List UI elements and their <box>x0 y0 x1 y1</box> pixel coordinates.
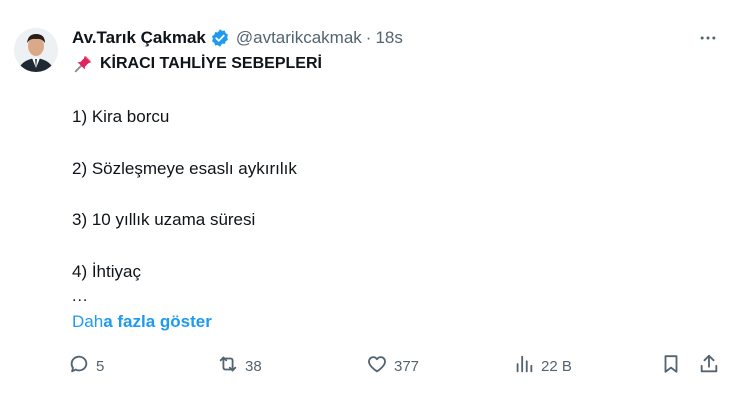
post-title-line: KİRACI TAHLİYE SEBEPLERİ <box>72 53 322 75</box>
bookmark-icon <box>660 353 682 379</box>
show-more-prefix: Dah <box>72 312 104 331</box>
post-time[interactable]: 18s <box>375 28 402 48</box>
views-count: 22 B <box>541 357 572 375</box>
list-item: 2) Sözleşmeye esaslı aykırılık <box>72 159 297 178</box>
share-icon <box>698 353 720 379</box>
like-button[interactable]: 377 <box>366 352 419 380</box>
author-name[interactable]: Av.Tarık Çakmak <box>72 28 206 48</box>
post-title: KİRACI TAHLİYE SEBEPLERİ <box>100 55 322 72</box>
tweet-header: Av.Tarık Çakmak @avtarikcakmak · 18s <box>72 26 710 50</box>
avatar[interactable] <box>14 28 58 72</box>
more-options-icon[interactable] <box>696 26 720 50</box>
like-count: 377 <box>394 357 420 375</box>
repost-icon <box>217 353 239 379</box>
reply-count: 5 <box>96 357 105 375</box>
truncation-ellipsis: ... <box>72 288 89 305</box>
show-more-bold: a fazla göster <box>103 312 212 331</box>
views-chart-icon <box>513 353 535 379</box>
list-item: 1) Kira borcu <box>72 107 170 126</box>
repost-button[interactable]: 38 <box>217 352 262 380</box>
action-bar: 5 38 377 22 B <box>68 352 718 380</box>
tweet: Av.Tarık Çakmak @avtarikcakmak · 18s KİR… <box>0 0 730 420</box>
verified-badge-icon <box>210 28 230 48</box>
share-button[interactable] <box>698 352 720 380</box>
list-item: 3) 10 yıllık uzama süresi <box>72 210 256 229</box>
reply-icon <box>68 353 90 379</box>
heart-icon <box>366 353 388 379</box>
reply-button[interactable]: 5 <box>68 352 104 380</box>
list-item: 4) İhtiyaç <box>72 262 141 281</box>
show-more-link[interactable]: Daha fazla göster <box>72 312 212 332</box>
repost-count: 38 <box>245 357 262 375</box>
separator-dot: · <box>365 28 372 47</box>
pushpin-icon <box>72 53 94 75</box>
bookmark-button[interactable] <box>660 352 682 380</box>
views-button[interactable]: 22 B <box>513 352 572 380</box>
author-handle[interactable]: @avtarikcakmak <box>236 28 362 48</box>
